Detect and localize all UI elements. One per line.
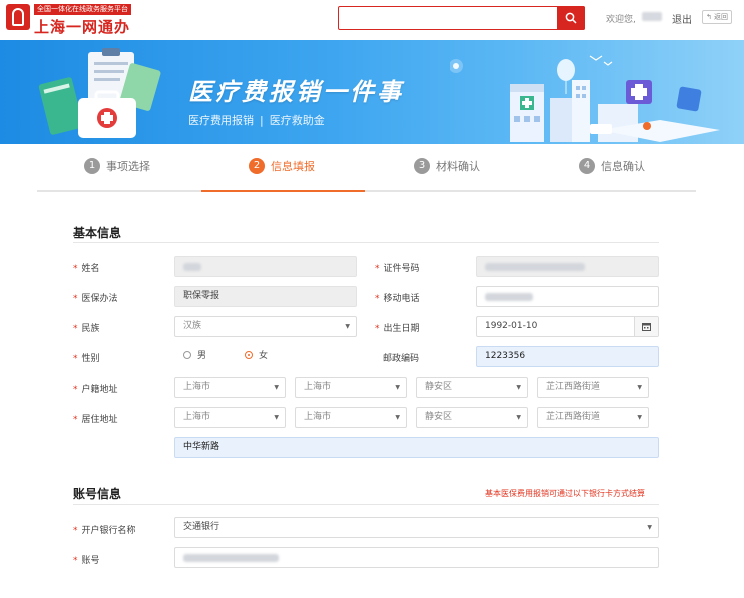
bank-name-label: * 开户银行名称: [73, 526, 136, 536]
section-divider: [73, 242, 659, 243]
radio-circle-icon: [183, 351, 191, 359]
step-item-confirm[interactable]: 4 信息确认: [579, 158, 645, 180]
residence-street-select[interactable]: 芷江西路街道: [537, 407, 649, 428]
step-number: 3: [414, 158, 430, 174]
calendar-icon: [642, 323, 651, 331]
name-field[interactable]: [174, 256, 357, 277]
postcode-label: 邮政编码: [383, 354, 420, 364]
logout-link[interactable]: 退出: [672, 11, 692, 26]
id-number-label: * 证件号码: [375, 264, 420, 274]
logo-emblem-icon: [6, 4, 30, 30]
search-icon: [565, 12, 577, 24]
hukou-street-select[interactable]: 芷江西路街道: [537, 377, 649, 398]
insurance-method-field[interactable]: 职保零报: [174, 286, 357, 307]
section-divider: [73, 504, 659, 505]
step-label: 事项选择: [106, 160, 150, 173]
residence-district-select[interactable]: 静安区: [416, 407, 528, 428]
step-item-materials[interactable]: 3 材料确认: [414, 158, 480, 180]
birth-date-label: * 出生日期: [375, 324, 420, 334]
hukou-province-select[interactable]: 上海市: [174, 377, 286, 398]
residence-detail-field[interactable]: 中华新路: [174, 437, 659, 458]
hospital-city-illustration: [450, 55, 720, 142]
medical-kit-illustration: [38, 48, 161, 138]
insurance-method-label: * 医保办法: [73, 294, 118, 304]
account-number-field[interactable]: [174, 547, 659, 568]
residence-province-select[interactable]: 上海市: [174, 407, 286, 428]
search-button[interactable]: [557, 6, 585, 30]
radio-selected-icon: [245, 351, 253, 359]
hukou-district-select[interactable]: 静安区: [416, 377, 528, 398]
birth-date-field[interactable]: 1992-01-10: [476, 316, 659, 337]
bank-notice: 基本医保费用报销可通过以下银行卡方式结算: [485, 489, 645, 498]
search-box: [338, 6, 585, 30]
active-step-indicator: [201, 190, 365, 192]
banner-sub-reimbursement: 医疗费用报销: [188, 114, 254, 127]
welcome-text: 欢迎您,: [606, 15, 636, 25]
step-number: 4: [579, 158, 595, 174]
residence-city-select[interactable]: 上海市: [295, 407, 407, 428]
step-label: 材料确认: [436, 160, 480, 173]
banner-subtitle: 医疗费用报销 | 医疗救助金: [188, 112, 325, 128]
hukou-address-label: * 户籍地址: [73, 385, 118, 395]
banner-title: 医疗费报销一件事: [188, 78, 404, 106]
step-item-select[interactable]: 1 事项选择: [84, 158, 150, 180]
mobile-label: * 移动电话: [375, 294, 420, 304]
hukou-city-select[interactable]: 上海市: [295, 377, 407, 398]
gender-male-radio[interactable]: 男: [183, 348, 206, 361]
name-label: * 姓名: [73, 264, 100, 274]
section-title-account: 账号信息: [73, 487, 122, 501]
back-button[interactable]: ↰ 返回: [702, 10, 732, 24]
logo-subtitle: 全国一体化在线政务服务平台: [34, 4, 131, 15]
ethnicity-label: * 民族: [73, 324, 100, 334]
step-item-fill[interactable]: 2 信息填报: [249, 158, 315, 180]
banner-sub-aid: 医疗救助金: [269, 114, 325, 127]
bank-name-select[interactable]: 交通银行: [174, 517, 659, 538]
gender-label: * 性别: [73, 354, 100, 364]
service-banner: 医疗费报销一件事 医疗费用报销 | 医疗救助金: [0, 40, 744, 144]
residence-address-label: * 居住地址: [73, 415, 118, 425]
step-label: 信息填报: [271, 160, 315, 173]
top-bar: 全国一体化在线政务服务平台 上海一网通办 欢迎您, 退出 ↰ 返回: [0, 0, 744, 40]
step-label: 信息确认: [601, 160, 645, 173]
step-number: 1: [84, 158, 100, 174]
logo-title: 上海一网通办: [34, 18, 131, 36]
postcode-field[interactable]: 1223356: [476, 346, 659, 367]
calendar-button[interactable]: [634, 317, 658, 336]
step-number: 2: [249, 158, 265, 174]
progress-steps: 1 事项选择 2 信息填报 3 材料确认 4 信息确认: [37, 152, 696, 192]
search-input[interactable]: [339, 7, 559, 29]
site-logo[interactable]: 全国一体化在线政务服务平台 上海一网通办: [6, 2, 146, 36]
section-title-basic: 基本信息: [73, 226, 122, 240]
banner-sub-separator: |: [260, 114, 264, 127]
ethnicity-select[interactable]: 汉族: [174, 316, 357, 337]
id-number-field[interactable]: [476, 256, 659, 277]
account-number-label: * 账号: [73, 556, 100, 566]
birth-date-value: 1992-01-10: [485, 321, 538, 331]
gender-female-radio[interactable]: 女: [245, 348, 268, 361]
username-redacted: [642, 12, 662, 21]
mobile-field[interactable]: [476, 286, 659, 307]
